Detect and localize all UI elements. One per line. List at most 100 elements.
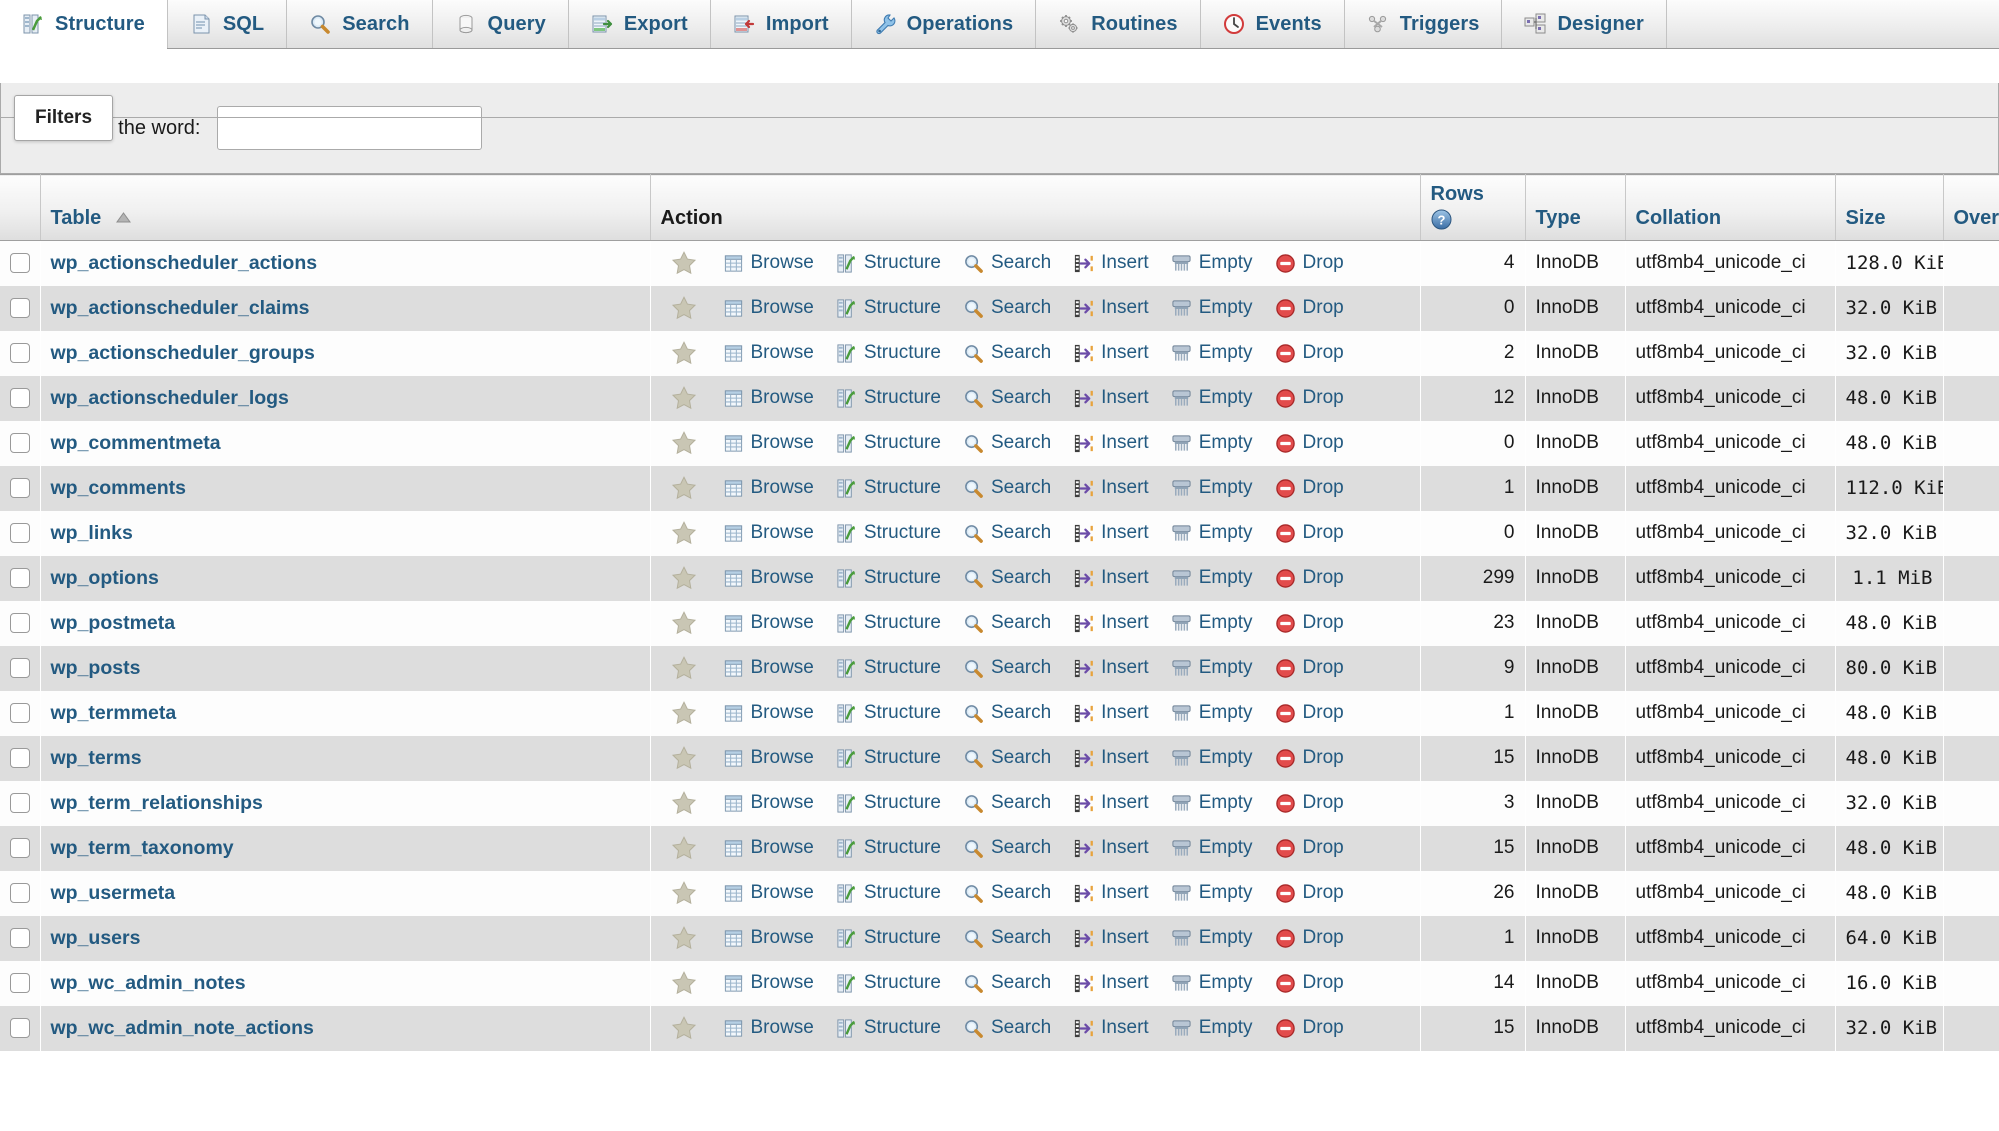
action-drop[interactable]: Drop bbox=[1275, 342, 1344, 364]
action-browse[interactable]: Browse bbox=[723, 747, 814, 769]
action-browse[interactable]: Browse bbox=[723, 342, 814, 364]
action-drop[interactable]: Drop bbox=[1275, 747, 1344, 769]
action-search[interactable]: Search bbox=[963, 567, 1051, 589]
tab-sql[interactable]: SQL bbox=[167, 0, 288, 48]
action-drop[interactable]: Drop bbox=[1275, 252, 1344, 274]
row-checkbox[interactable] bbox=[10, 702, 30, 723]
help-icon[interactable]: ? bbox=[1431, 209, 1515, 230]
action-browse[interactable]: Browse bbox=[723, 477, 814, 499]
action-search[interactable]: Search bbox=[963, 477, 1051, 499]
action-structure[interactable]: Structure bbox=[836, 837, 941, 859]
row-checkbox[interactable] bbox=[10, 297, 30, 318]
containing-the-word-input[interactable] bbox=[217, 106, 483, 150]
action-structure[interactable]: Structure bbox=[836, 342, 941, 364]
table-name-link[interactable]: wp_users bbox=[51, 927, 141, 949]
row-checkbox[interactable] bbox=[10, 792, 30, 813]
action-empty[interactable]: Empty bbox=[1171, 882, 1253, 904]
favorite-star-icon[interactable] bbox=[661, 700, 707, 726]
action-search[interactable]: Search bbox=[963, 747, 1051, 769]
action-search[interactable]: Search bbox=[963, 927, 1051, 949]
tab-export[interactable]: Export bbox=[568, 0, 711, 48]
table-name-link[interactable]: wp_wc_admin_note_actions bbox=[51, 1017, 314, 1039]
action-insert[interactable]: Insert bbox=[1073, 927, 1149, 949]
action-browse[interactable]: Browse bbox=[723, 972, 814, 994]
favorite-star-icon[interactable] bbox=[661, 745, 707, 771]
action-browse[interactable]: Browse bbox=[723, 522, 814, 544]
action-drop[interactable]: Drop bbox=[1275, 612, 1344, 634]
action-structure[interactable]: Structure bbox=[836, 882, 941, 904]
favorite-star-icon[interactable] bbox=[661, 385, 707, 411]
action-insert[interactable]: Insert bbox=[1073, 972, 1149, 994]
header-rows[interactable]: Rows ? bbox=[1420, 174, 1526, 241]
favorite-star-icon[interactable] bbox=[661, 835, 707, 861]
action-insert[interactable]: Insert bbox=[1073, 252, 1149, 274]
table-name-link[interactable]: wp_commentmeta bbox=[51, 432, 221, 454]
table-name-link[interactable]: wp_terms bbox=[51, 747, 142, 769]
action-search[interactable]: Search bbox=[963, 972, 1051, 994]
action-search[interactable]: Search bbox=[963, 702, 1051, 724]
header-overhead[interactable]: Overhe bbox=[1943, 174, 1999, 241]
header-collation[interactable]: Collation bbox=[1625, 174, 1836, 241]
tab-routines[interactable]: Routines bbox=[1036, 0, 1201, 48]
action-structure[interactable]: Structure bbox=[836, 657, 941, 679]
action-empty[interactable]: Empty bbox=[1171, 612, 1253, 634]
action-search[interactable]: Search bbox=[963, 297, 1051, 319]
favorite-star-icon[interactable] bbox=[661, 430, 707, 456]
action-structure[interactable]: Structure bbox=[836, 567, 941, 589]
table-name-link[interactable]: wp_comments bbox=[51, 477, 186, 499]
tab-structure[interactable]: Structure bbox=[0, 0, 168, 49]
table-name-link[interactable]: wp_termmeta bbox=[51, 702, 177, 724]
table-name-link[interactable]: wp_actionscheduler_claims bbox=[51, 297, 310, 319]
action-drop[interactable]: Drop bbox=[1275, 837, 1344, 859]
action-structure[interactable]: Structure bbox=[836, 927, 941, 949]
action-browse[interactable]: Browse bbox=[723, 387, 814, 409]
header-size[interactable]: Size bbox=[1835, 174, 1944, 241]
action-browse[interactable]: Browse bbox=[723, 657, 814, 679]
action-drop[interactable]: Drop bbox=[1275, 432, 1344, 454]
action-drop[interactable]: Drop bbox=[1275, 702, 1344, 724]
action-browse[interactable]: Browse bbox=[723, 432, 814, 454]
action-empty[interactable]: Empty bbox=[1171, 567, 1253, 589]
action-browse[interactable]: Browse bbox=[723, 882, 814, 904]
row-checkbox[interactable] bbox=[10, 612, 30, 633]
action-search[interactable]: Search bbox=[963, 387, 1051, 409]
tables-list-scroller[interactable]: Table Action Rows ? Type Collation Size … bbox=[0, 174, 1999, 1051]
favorite-star-icon[interactable] bbox=[661, 340, 707, 366]
favorite-star-icon[interactable] bbox=[661, 970, 707, 996]
favorite-star-icon[interactable] bbox=[661, 250, 707, 276]
row-checkbox[interactable] bbox=[10, 522, 30, 543]
action-structure[interactable]: Structure bbox=[836, 1017, 941, 1039]
table-name-link[interactable]: wp_options bbox=[51, 567, 159, 589]
action-search[interactable]: Search bbox=[963, 792, 1051, 814]
row-checkbox[interactable] bbox=[10, 342, 30, 363]
action-drop[interactable]: Drop bbox=[1275, 477, 1344, 499]
action-insert[interactable]: Insert bbox=[1073, 567, 1149, 589]
action-empty[interactable]: Empty bbox=[1171, 972, 1253, 994]
favorite-star-icon[interactable] bbox=[661, 880, 707, 906]
action-insert[interactable]: Insert bbox=[1073, 342, 1149, 364]
action-structure[interactable]: Structure bbox=[836, 747, 941, 769]
action-drop[interactable]: Drop bbox=[1275, 1017, 1344, 1039]
row-checkbox[interactable] bbox=[10, 747, 30, 768]
row-checkbox[interactable] bbox=[10, 1017, 30, 1038]
action-empty[interactable]: Empty bbox=[1171, 477, 1253, 499]
action-drop[interactable]: Drop bbox=[1275, 297, 1344, 319]
action-structure[interactable]: Structure bbox=[836, 702, 941, 724]
action-insert[interactable]: Insert bbox=[1073, 477, 1149, 499]
action-empty[interactable]: Empty bbox=[1171, 342, 1253, 364]
action-search[interactable]: Search bbox=[963, 612, 1051, 634]
action-drop[interactable]: Drop bbox=[1275, 927, 1344, 949]
favorite-star-icon[interactable] bbox=[661, 790, 707, 816]
action-insert[interactable]: Insert bbox=[1073, 792, 1149, 814]
tab-import[interactable]: Import bbox=[710, 0, 852, 48]
action-insert[interactable]: Insert bbox=[1073, 432, 1149, 454]
table-name-link[interactable]: wp_term_relationships bbox=[51, 792, 263, 814]
table-name-link[interactable]: wp_posts bbox=[51, 657, 141, 679]
action-empty[interactable]: Empty bbox=[1171, 657, 1253, 679]
action-structure[interactable]: Structure bbox=[836, 297, 941, 319]
row-checkbox[interactable] bbox=[10, 432, 30, 453]
favorite-star-icon[interactable] bbox=[661, 925, 707, 951]
action-browse[interactable]: Browse bbox=[723, 702, 814, 724]
tab-search[interactable]: Search bbox=[287, 0, 433, 48]
action-search[interactable]: Search bbox=[963, 252, 1051, 274]
